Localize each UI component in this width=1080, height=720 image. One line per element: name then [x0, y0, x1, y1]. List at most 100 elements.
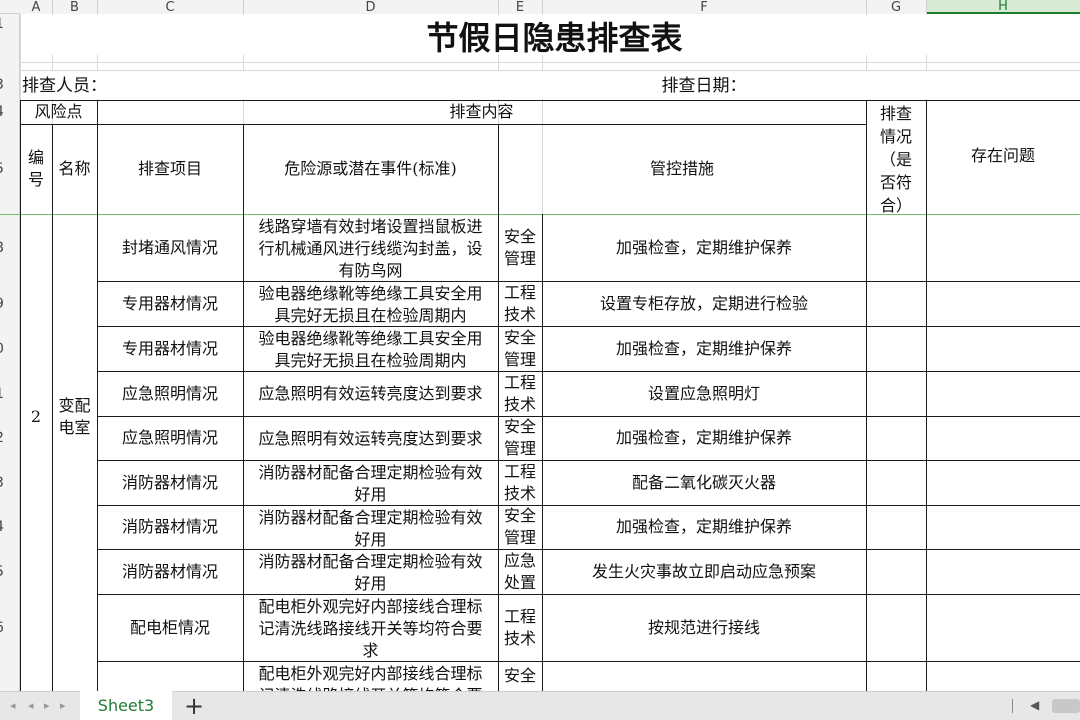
column-header-d[interactable]: D: [243, 0, 498, 15]
row-measure-line: 按规范进行接线: [647, 617, 760, 637]
row-header[interactable]: 9: [0, 281, 20, 326]
header-measures: 管控措施: [498, 124, 866, 214]
row-measure: 加强检查，定期维护保养: [542, 326, 866, 371]
row-control-type-line: 管理: [503, 439, 536, 458]
row-control-type-line: 应急: [503, 550, 536, 570]
column-header-separator: [926, 0, 927, 14]
row-header[interactable]: 1: [0, 14, 20, 34]
row-measure-line: 设置专柜存放，定期进行检验: [599, 293, 808, 313]
table-row-border: [866, 460, 1080, 461]
header-measures-line: 管控措施: [649, 159, 714, 178]
inspector-label-line: 排查人员：: [22, 76, 107, 96]
row-hazard-line: 消防器材配备合理定期检验有效: [258, 463, 483, 482]
row-measure-line: 发生火灾事故立即启动应急预案: [591, 561, 816, 581]
table-row-border: [866, 505, 1080, 506]
header-number-line: 号: [27, 170, 44, 189]
row-item-line: 配电柜情况: [129, 617, 210, 637]
header-status-line: （是: [879, 150, 912, 169]
tab-scroll-last-icon[interactable]: ▸: [60, 699, 66, 712]
row-item: 专用器材情况: [97, 281, 243, 326]
row-control-type: 安全 管理: [498, 416, 542, 460]
row-header[interactable]: 4: [0, 100, 20, 124]
row-hazard: 线路穿墙有效封堵设置挡鼠板进 行机械通风进行线缆沟封盖，设 有防鸟网: [243, 214, 498, 281]
row-hazard-line: 验电器绝缘靴等绝缘工具安全用: [258, 284, 483, 303]
add-sheet-button[interactable]: +: [184, 693, 204, 719]
column-header-e[interactable]: E: [498, 0, 542, 15]
row-hazard-line: 具完好无损且在检验周期内: [274, 306, 467, 325]
page-title: 节假日隐患排查表: [243, 14, 866, 62]
row-hazard-line: 好用: [354, 574, 387, 593]
column-header-separator: [498, 0, 499, 14]
row-header[interactable]: 1: [0, 371, 20, 416]
date-label-line: 排查日期：: [661, 76, 747, 96]
sheet-tab-sheet3[interactable]: Sheet3: [80, 691, 172, 720]
row-hazard-line: 消防器材配备合理定期检验有效: [258, 508, 483, 527]
row-control-type-line: 安全: [503, 666, 536, 685]
row-control-type: 安全 管理: [498, 214, 542, 281]
row-hazard-line: 配电柜外观完好内部接线合理标: [258, 664, 483, 683]
column-header-b[interactable]: B: [52, 0, 97, 15]
row-control-type-line: 安全: [503, 417, 536, 436]
header-risk-point: 风险点: [20, 100, 97, 124]
row-header[interactable]: 3: [0, 460, 20, 505]
row-item-line: 封堵通风情况: [121, 237, 218, 257]
row-item: 消防器材情况: [97, 460, 243, 505]
row-hazard: 消防器材配备合理定期检验有效 好用: [243, 505, 498, 549]
column-header-c[interactable]: C: [97, 0, 243, 15]
row-hazard-line: 好用: [354, 530, 387, 549]
column-header-h[interactable]: H: [926, 0, 1080, 14]
row-item-line: 应急照明情况: [121, 383, 218, 403]
row-control-type-line: 管理: [503, 349, 536, 369]
row-hazard-line: 配电柜外观完好内部接线合理标: [258, 597, 483, 616]
header-content-line: 排查内容: [449, 102, 514, 121]
row-hazard: 消防器材配备合理定期检验有效 好用: [243, 460, 498, 505]
date-label: 排查日期：: [542, 72, 866, 100]
row-header[interactable]: 6: [0, 594, 20, 661]
column-header-separator: [97, 0, 98, 14]
row-control-type: 安全 管理: [498, 505, 542, 549]
row-control-type: 安全: [498, 661, 542, 691]
group-number: 2: [20, 214, 52, 620]
row-header[interactable]: 5: [0, 124, 20, 214]
header-hazard: 危险源或潜在事件(标准): [243, 124, 498, 214]
column-header-g[interactable]: G: [866, 0, 926, 15]
row-hazard-line: 行机械通风进行线缆沟封盖，设: [258, 239, 483, 258]
row-measure-line: 加强检查，定期维护保养: [615, 237, 792, 257]
row-hazard-line: 消防器材配备合理定期检验有效: [258, 552, 483, 571]
row-hazard: 消防器材配备合理定期检验有效 好用: [243, 549, 498, 594]
tab-scroll-prev-icon[interactable]: ◂: [28, 699, 34, 712]
row-header[interactable]: 3: [0, 70, 20, 100]
row-hazard-line: 有防鸟网: [338, 261, 403, 280]
group-name-line: 变配: [58, 396, 91, 415]
row-measure: 加强检查，定期维护保养: [542, 416, 866, 460]
hscroll-left-icon[interactable]: ◀: [1030, 698, 1039, 712]
row-measure-line: 加强检查，定期维护保养: [615, 428, 792, 447]
row-header[interactable]: 4: [0, 505, 20, 549]
column-header-a[interactable]: A: [20, 0, 52, 15]
row-header[interactable]: 5: [0, 549, 20, 594]
row-measure-line: 加强检查，定期维护保养: [615, 338, 792, 358]
table-row-border: [866, 281, 1080, 282]
header-hazard-line: 危险源或潜在事件(标准): [284, 159, 457, 178]
row-control-type-line: 工程: [503, 461, 536, 481]
row-measure-line: 加强检查，定期维护保养: [615, 517, 792, 536]
row-header[interactable]: 8: [0, 214, 20, 281]
row-header[interactable]: 2: [0, 416, 20, 460]
row-hazard-line: 应急照明有效运转亮度达到要求: [258, 384, 483, 403]
row-measure: 设置应急照明灯: [542, 371, 866, 416]
row-control-type-line: 安全: [503, 506, 536, 525]
row-hazard-line: 求: [362, 641, 379, 660]
row-control-type: 工程 技术: [498, 281, 542, 326]
tab-scroll-first-icon[interactable]: ◂: [10, 699, 16, 712]
row-item: 应急照明情况: [97, 371, 243, 416]
row-control-type-line: 工程: [503, 372, 536, 392]
row-hazard-line: 应急照明有效运转亮度达到要求: [258, 429, 483, 448]
row-control-type: 安全 管理: [498, 326, 542, 371]
hscroll-thumb[interactable]: [1052, 699, 1080, 713]
tab-scroll-next-icon[interactable]: ▸: [44, 699, 50, 712]
header-status-line: 合）: [879, 196, 912, 214]
column-header-separator: [866, 0, 867, 14]
column-header-f[interactable]: F: [542, 0, 866, 15]
row-header[interactable]: 0: [0, 326, 20, 371]
row-control-type: 工程 技术: [498, 371, 542, 416]
